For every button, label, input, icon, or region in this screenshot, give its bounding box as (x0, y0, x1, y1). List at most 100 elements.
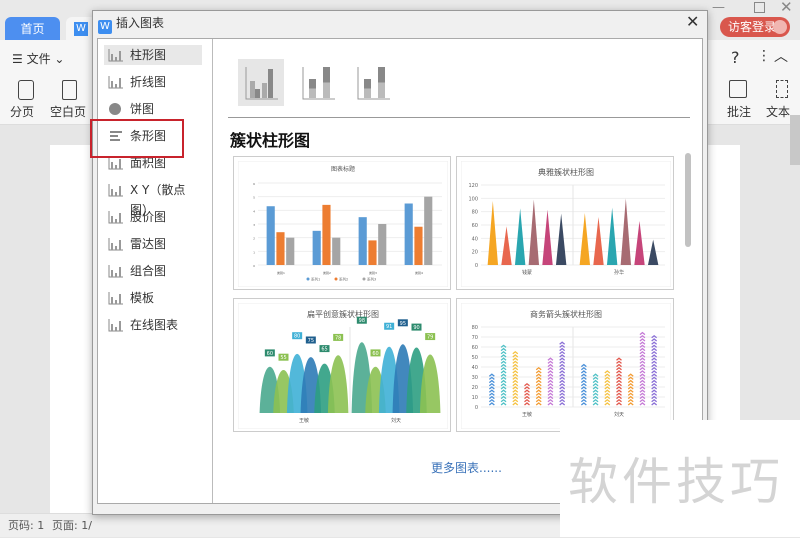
guest-login-button[interactable]: 访客登录 (720, 17, 790, 37)
wps-writer-icon: W (74, 22, 88, 36)
category-combo-chart[interactable]: 组合图 (104, 261, 202, 281)
category-label: 模板 (130, 291, 155, 305)
data-label: 60 (267, 351, 273, 357)
avatar (773, 20, 787, 34)
scatter-icon (108, 184, 123, 197)
category-radar-chart[interactable]: 雷达图 (104, 234, 202, 254)
blank-page-button[interactable]: 空白页 (50, 103, 86, 120)
y-tick-label: 0 (475, 405, 478, 411)
preview-business-arrow-column[interactable]: 商务箭头簇状柱形图 0 10 20 30 40 50 60 70 80 王敏 刘天 (456, 298, 674, 432)
category-label: 雷达图 (130, 237, 167, 251)
dialog-title: W 插入图表 (98, 14, 164, 34)
category-label: 类别4 (415, 270, 423, 275)
data-label: 75 (308, 338, 314, 344)
online-chart-icon (108, 319, 123, 332)
data-label: 98 (359, 318, 365, 324)
bar-chart-icon (108, 49, 123, 62)
y-tick-label: 3 (253, 223, 255, 227)
data-label: 65 (321, 347, 327, 353)
radar-chart-icon (108, 238, 123, 251)
watermark: 软件技巧 (560, 420, 800, 537)
category-label: 王敏 (299, 417, 309, 424)
category-label: 王敏 (522, 411, 532, 418)
category-label: 刘天 (614, 411, 624, 418)
menu-icon: ☰ (12, 52, 27, 66)
help-icon[interactable]: ? (731, 48, 740, 67)
combo-chart-icon (108, 265, 123, 278)
more-icon[interactable]: ⋮ (757, 48, 771, 64)
stock-chart-icon (108, 211, 123, 224)
login-label: 访客登录 (728, 20, 777, 34)
legend-marker (362, 277, 366, 281)
collapse-ribbon-icon[interactable]: ︿ (774, 46, 788, 66)
file-menu[interactable]: ☰ 文件 ⌄ (12, 50, 64, 67)
data-label: 90 (413, 325, 419, 331)
y-tick-label: 50 (472, 355, 478, 361)
preview-flat-creative-column[interactable]: 扁平创意簇状柱形图 王敏 刘天 60 55 80 75 65 78 98 60 91 95 90 79 (233, 298, 451, 432)
y-tick-label: 120 (468, 183, 478, 189)
preview-clustered-column[interactable]: 图表标题 0 1 2 3 4 5 6 类别1 类别2 类别3 类别4 系列1 系列2 系列3 (233, 156, 451, 290)
category-template[interactable]: 模板 (104, 288, 202, 308)
category-online-chart[interactable]: 在线图表 (104, 315, 202, 335)
y-tick-label: 2 (253, 237, 255, 241)
category-label: 股价图 (130, 210, 167, 224)
y-tick-label: 5 (253, 196, 255, 200)
chart-preview: 典雅簇状柱形图 0 20 40 60 80 100 120 钱蒙 孙华 (461, 161, 671, 287)
blank-page-icon (62, 80, 77, 100)
page-break-button[interactable]: 分页 (10, 103, 34, 120)
y-tick-label: 4 (253, 209, 255, 213)
y-tick-label: 1 (253, 250, 255, 254)
comment-icon (729, 80, 747, 98)
category-scatter[interactable]: X Y（散点图） (104, 180, 202, 217)
category-label: 类别3 (369, 270, 377, 275)
maximize-icon[interactable] (754, 2, 765, 13)
y-tick-label: 30 (472, 375, 478, 381)
data-label: 78 (335, 335, 341, 341)
legend-label: 系列1 (311, 277, 320, 282)
category-label: 折线图 (130, 75, 167, 89)
page-count: 页面: 1/ (52, 519, 92, 532)
column-subtype-icon (357, 67, 390, 100)
category-label: 类别1 (277, 270, 285, 275)
ribbon-scroll-right[interactable] (790, 115, 800, 165)
comment-button[interactable]: 批注 (727, 103, 751, 120)
y-tick-label: 0 (475, 263, 478, 269)
more-charts-link[interactable]: 更多图表...... (431, 459, 502, 476)
subtype-percent-stacked-column[interactable] (350, 59, 396, 106)
tab-home[interactable]: 首页 (5, 17, 60, 41)
y-tick-label: 60 (472, 345, 478, 351)
category-label: 刘天 (391, 417, 401, 424)
category-label: 面积图 (130, 156, 167, 170)
category-bar-chart[interactable]: 柱形图 (104, 45, 202, 65)
data-label: 79 (427, 335, 433, 341)
divider (228, 117, 690, 118)
category-label: 组合图 (130, 264, 167, 278)
category-label: 在线图表 (130, 318, 179, 332)
category-label: 饼图 (130, 102, 155, 116)
text-box-icon (776, 80, 788, 98)
category-pie-chart[interactable]: 饼图 (104, 99, 202, 119)
legend-label: 系列3 (367, 277, 376, 282)
section-heading: 簇状柱形图 (230, 131, 311, 150)
y-tick-label: 70 (472, 335, 478, 341)
preview-title: 图表标题 (331, 165, 355, 173)
legend-marker (306, 277, 310, 281)
subtype-stacked-column[interactable] (295, 59, 341, 106)
y-tick-label: 80 (472, 210, 478, 216)
bar (276, 232, 285, 265)
y-tick-label: 40 (472, 365, 478, 371)
minimize-icon[interactable]: — (712, 0, 725, 15)
scrollbar[interactable] (685, 153, 691, 247)
preview-elegant-column[interactable]: 典雅簇状柱形图 0 20 40 60 80 100 120 钱蒙 孙华 (456, 156, 674, 290)
text-box-button[interactable]: 文本 (766, 103, 790, 120)
subtype-clustered-column[interactable] (238, 59, 284, 106)
close-icon[interactable]: ✕ (686, 12, 699, 31)
y-tick-label: 10 (472, 395, 478, 401)
category-line-chart[interactable]: 折线图 (104, 72, 202, 92)
category-label: 柱形图 (130, 48, 167, 62)
chart-preview: 图表标题 0 1 2 3 4 5 6 类别1 类别2 类别3 类别4 系列1 系列2 系列3 (238, 161, 448, 287)
window-close-icon[interactable]: ✕ (780, 0, 793, 16)
page-number: 页码: 1 (8, 519, 45, 532)
category-stock-chart[interactable]: 股价图 (104, 207, 202, 227)
bar (322, 204, 331, 265)
